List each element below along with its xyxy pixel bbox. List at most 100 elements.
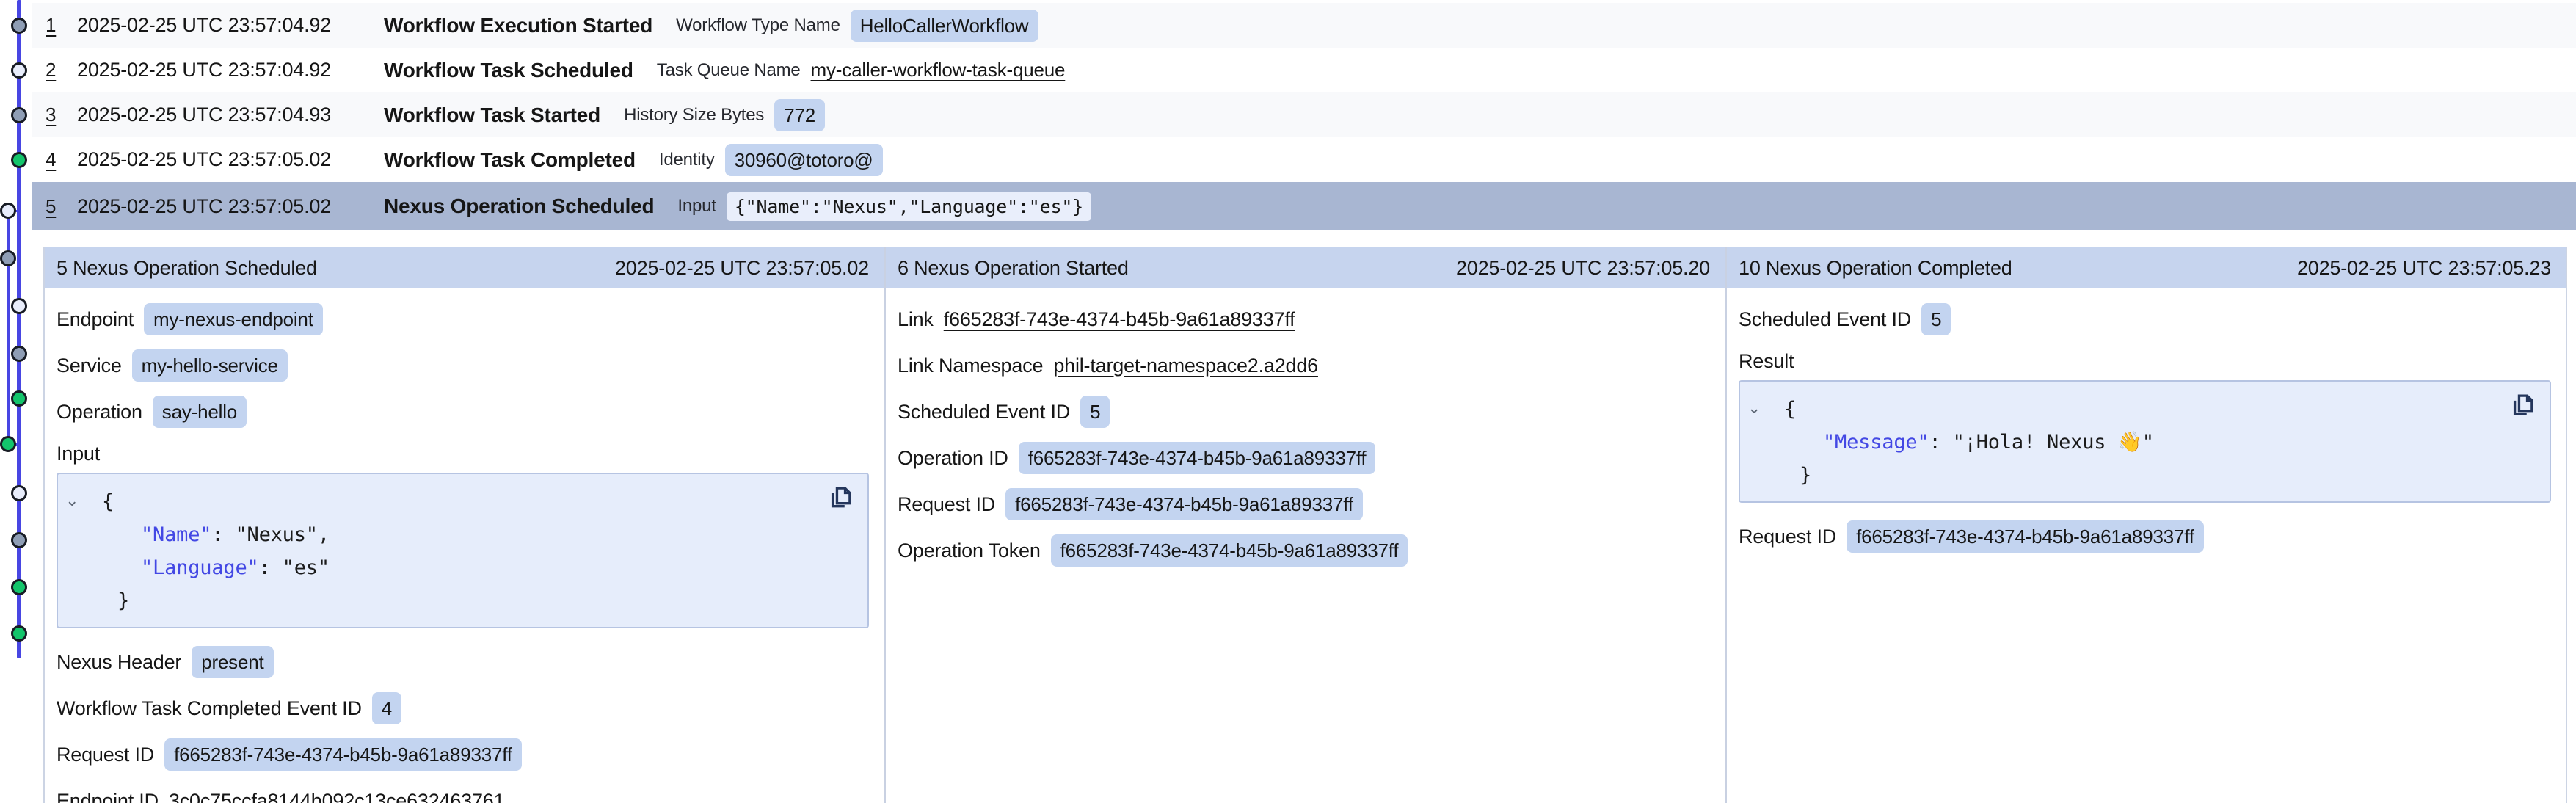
field-request-id: Request ID f665283f-743e-4374-b45b-9a61a… [57, 738, 869, 771]
field-value-badge: say-hello [153, 396, 247, 428]
copy-icon[interactable] [2508, 390, 2538, 420]
event-detail-label: Input [677, 196, 716, 217]
field-scheduled-event-id: Scheduled Event ID 5 [898, 396, 1710, 428]
panel-header: 6 Nexus Operation Started 2025-02-25 UTC… [886, 247, 1725, 288]
event-name: Workflow Task Completed [384, 148, 636, 172]
task-queue-link[interactable]: my-caller-workflow-task-queue [811, 59, 1066, 81]
field-scheduled-event-id: Scheduled Event ID 5 [1739, 303, 2551, 335]
field-label: Input [57, 443, 100, 465]
panel-title: 5 Nexus Operation Scheduled [57, 257, 317, 280]
field-label: Service [57, 355, 122, 377]
event-name: Workflow Task Scheduled [384, 59, 633, 82]
event-dot-started[interactable] [11, 18, 27, 34]
field-value-badge: my-hello-service [132, 349, 288, 382]
field-value-badge: f665283f-743e-4374-b45b-9a61a89337ff [164, 738, 522, 771]
field-label: Operation ID [898, 447, 1008, 470]
field-endpoint: Endpoint my-nexus-endpoint [57, 303, 869, 335]
link-namespace-link[interactable]: phil-target-namespace2.a2dd6 [1053, 355, 1318, 377]
event-dot-completed[interactable] [0, 436, 16, 452]
panel-nexus-operation-completed: 10 Nexus Operation Completed 2025-02-25 … [1727, 247, 2566, 803]
event-id-link[interactable]: 4 [46, 148, 77, 171]
table-row[interactable]: 4 2025-02-25 UTC 23:57:05.02 Workflow Ta… [32, 137, 2576, 182]
field-label: Nexus Header [57, 651, 181, 674]
event-dot-completed[interactable] [11, 579, 27, 595]
field-label: Workflow Task Completed Event ID [57, 697, 362, 720]
result-json-viewer: ⌄{ "Message": "¡Hola! Nexus 👋" } [1739, 380, 2551, 503]
field-label: Link Namespace [898, 355, 1043, 377]
collapse-chevron-icon[interactable]: ⌄ [1740, 391, 1784, 424]
field-label: Request ID [57, 744, 154, 766]
event-timestamp: 2025-02-25 UTC 23:57:05.02 [77, 195, 384, 218]
event-dot-scheduled[interactable] [11, 298, 27, 314]
panel-nexus-operation-started: 6 Nexus Operation Started 2025-02-25 UTC… [886, 247, 1727, 803]
event-detail-panels: 5 Nexus Operation Scheduled 2025-02-25 U… [43, 247, 2567, 803]
table-row[interactable]: 2 2025-02-25 UTC 23:57:04.92 Workflow Ta… [32, 48, 2576, 92]
field-value-badge: 5 [1921, 303, 1951, 335]
table-row-selected[interactable]: 5 2025-02-25 UTC 23:57:05.02 Nexus Opera… [32, 182, 2576, 230]
table-row[interactable]: 1 2025-02-25 UTC 23:57:04.92 Workflow Ex… [32, 3, 2576, 48]
workflow-event-history-view: 1 2025-02-25 UTC 23:57:04.92 Workflow Ex… [0, 0, 2576, 803]
timeline-line [17, 0, 21, 658]
event-id-link[interactable]: 5 [46, 195, 77, 218]
json-line: } [58, 584, 816, 617]
field-value-badge: 5 [1080, 396, 1110, 428]
input-json-viewer: ⌄{ "Name": "Nexus", "Language": "es" } [57, 473, 869, 628]
event-dot-started[interactable] [11, 346, 27, 362]
field-value-badge: f665283f-743e-4374-b45b-9a61a89337ff [1005, 488, 1363, 520]
event-detail-label: History Size Bytes [624, 105, 764, 126]
field-label: Link [898, 308, 934, 331]
panel-timestamp: 2025-02-25 UTC 23:57:05.23 [2297, 257, 2551, 280]
field-input-label: Input [57, 442, 869, 466]
panel-body: Scheduled Event ID 5 Result ⌄{ [1727, 288, 2566, 553]
event-input-badge: {"Name":"Nexus","Language":"es"} [727, 192, 1091, 221]
field-value-badge: my-nexus-endpoint [144, 303, 323, 335]
panel-body: Link f665283f-743e-4374-b45b-9a61a89337f… [886, 288, 1725, 567]
endpoint-id-link[interactable]: 3c0c75ccfa8144b092c13ce632463761 [169, 790, 505, 803]
event-dot-started[interactable] [11, 532, 27, 548]
event-dot-completed[interactable] [11, 625, 27, 642]
link-event-link[interactable]: f665283f-743e-4374-b45b-9a61a89337ff [944, 308, 1295, 331]
event-detail-badge: 30960@totoro@ [725, 144, 883, 176]
event-dot-scheduled[interactable] [0, 203, 16, 219]
panel-body: Endpoint my-nexus-endpoint Service my-he… [45, 288, 884, 803]
panel-title: 6 Nexus Operation Started [898, 257, 1129, 280]
table-row[interactable]: 3 2025-02-25 UTC 23:57:04.93 Workflow Ta… [32, 92, 2576, 137]
event-detail-label: Task Queue Name [657, 60, 801, 81]
field-operation-id: Operation ID f665283f-743e-4374-b45b-9a6… [898, 442, 1710, 474]
event-timestamp: 2025-02-25 UTC 23:57:04.92 [77, 59, 384, 81]
panel-timestamp: 2025-02-25 UTC 23:57:05.20 [1456, 257, 1710, 280]
event-timestamp: 2025-02-25 UTC 23:57:04.93 [77, 103, 384, 126]
field-value-badge: f665283f-743e-4374-b45b-9a61a89337ff [1051, 534, 1408, 567]
field-label: Request ID [898, 493, 995, 516]
event-name: Nexus Operation Scheduled [384, 195, 654, 218]
event-id-link[interactable]: 1 [46, 14, 77, 37]
field-request-id: Request ID f665283f-743e-4374-b45b-9a61a… [1739, 520, 2551, 553]
event-dot-started[interactable] [0, 250, 16, 266]
event-id-link[interactable]: 3 [46, 103, 77, 126]
event-dot-scheduled[interactable] [11, 485, 27, 501]
event-timestamp: 2025-02-25 UTC 23:57:05.02 [77, 148, 384, 171]
field-request-id: Request ID f665283f-743e-4374-b45b-9a61a… [898, 488, 1710, 520]
field-wtc-event-id: Workflow Task Completed Event ID 4 [57, 692, 869, 724]
field-link: Link f665283f-743e-4374-b45b-9a61a89337f… [898, 303, 1710, 335]
event-detail-badge: 772 [774, 99, 825, 131]
field-value-badge: f665283f-743e-4374-b45b-9a61a89337ff [1019, 442, 1376, 474]
event-dot-scheduled[interactable] [11, 62, 27, 79]
field-operation-token: Operation Token f665283f-743e-4374-b45b-… [898, 534, 1710, 567]
event-name: Workflow Task Started [384, 103, 600, 127]
field-label: Result [1739, 350, 1794, 373]
timeline-line [7, 211, 10, 444]
panel-timestamp: 2025-02-25 UTC 23:57:05.02 [615, 257, 869, 280]
event-dot-started[interactable] [11, 107, 27, 123]
panel-title: 10 Nexus Operation Completed [1739, 257, 2012, 280]
json-line: } [1740, 459, 2498, 492]
event-dot-completed[interactable] [11, 390, 27, 407]
field-result-label: Result [1739, 349, 2551, 374]
event-dot-completed[interactable] [11, 152, 27, 168]
panel-header: 10 Nexus Operation Completed 2025-02-25 … [1727, 247, 2566, 288]
field-service: Service my-hello-service [57, 349, 869, 382]
collapse-chevron-icon[interactable]: ⌄ [58, 484, 102, 517]
event-id-link[interactable]: 2 [46, 59, 77, 81]
copy-icon[interactable] [826, 483, 856, 512]
field-link-namespace: Link Namespace phil-target-namespace2.a2… [898, 349, 1710, 382]
